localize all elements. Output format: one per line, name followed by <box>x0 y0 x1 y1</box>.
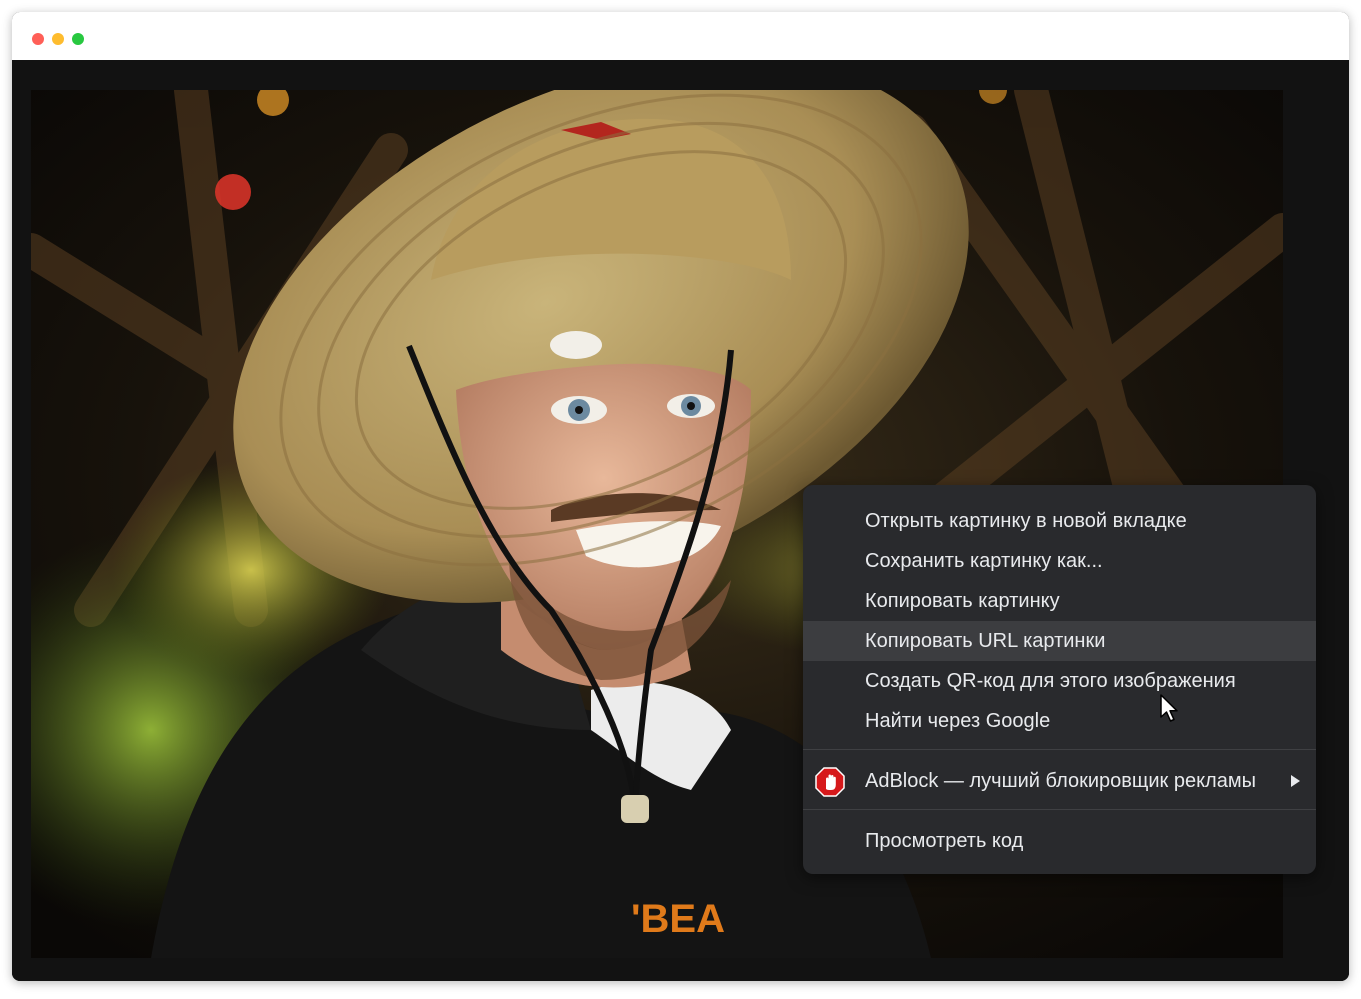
close-window-button[interactable] <box>32 33 44 45</box>
menu-separator <box>803 749 1316 750</box>
menu-item-create-qr-code[interactable]: Создать QR-код для этого изображения <box>803 661 1316 701</box>
menu-separator <box>803 809 1316 810</box>
image-context-menu: Открыть картинку в новой вкладке Сохрани… <box>803 485 1316 874</box>
zoom-window-button[interactable] <box>72 33 84 45</box>
adblock-hand-icon <box>815 767 845 797</box>
submenu-arrow-icon <box>1291 775 1300 787</box>
menu-item-copy-image[interactable]: Копировать картинку <box>803 581 1316 621</box>
menu-item-adblock[interactable]: AdBlock — лучший блокировщик рекламы <box>803 761 1316 801</box>
menu-item-label: Создать QR-код для этого изображения <box>865 670 1236 692</box>
menu-item-label: Просмотреть код <box>865 830 1024 852</box>
menu-item-search-google[interactable]: Найти через Google <box>803 701 1316 741</box>
mouse-cursor-icon <box>1160 694 1178 722</box>
menu-item-label: Открыть картинку в новой вкладке <box>865 510 1187 532</box>
menu-item-label: AdBlock — лучший блокировщик рекламы <box>865 770 1256 792</box>
menu-item-label: Найти через Google <box>865 710 1051 732</box>
menu-item-label: Копировать картинку <box>865 590 1060 612</box>
shirt-print-text: 'BEA <box>631 897 725 941</box>
menu-item-open-image-new-tab[interactable]: Открыть картинку в новой вкладке <box>803 501 1316 541</box>
menu-item-label: Копировать URL картинки <box>865 630 1106 652</box>
menu-item-copy-image-url[interactable]: Копировать URL картинки <box>803 621 1316 661</box>
minimize-window-button[interactable] <box>52 33 64 45</box>
title-bar <box>12 12 1349 60</box>
menu-item-inspect[interactable]: Просмотреть код <box>803 821 1316 861</box>
menu-item-label: Сохранить картинку как... <box>865 550 1103 572</box>
menu-item-save-image-as[interactable]: Сохранить картинку как... <box>803 541 1316 581</box>
